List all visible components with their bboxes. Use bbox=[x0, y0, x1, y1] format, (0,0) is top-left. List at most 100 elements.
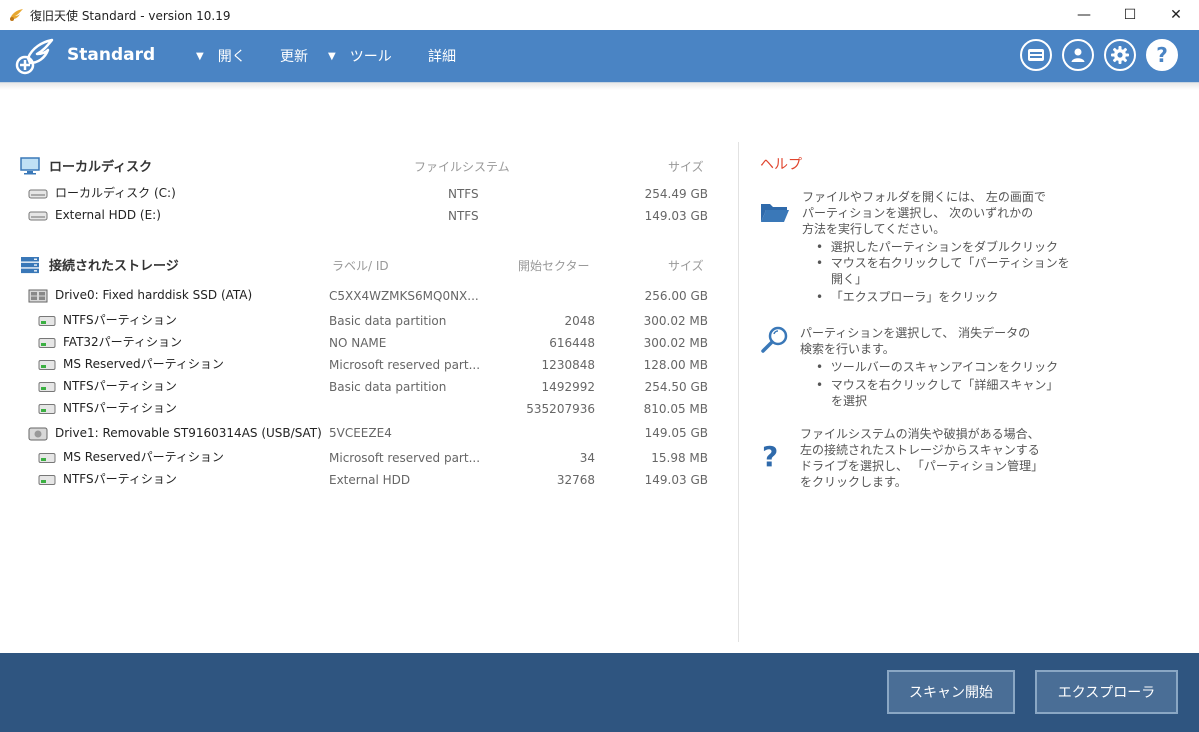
col-size-local: サイズ bbox=[668, 160, 704, 174]
help-block-scan: パーティションを選択して、 消失データの 検索を行います。 bbox=[800, 325, 1030, 357]
dropdown-triangle-icon: ▼ bbox=[196, 50, 204, 62]
help-line: 左の接続されたストレージからスキャンする bbox=[800, 443, 1040, 457]
menu-refresh[interactable]: 更新 bbox=[280, 46, 308, 66]
license-button[interactable] bbox=[1020, 39, 1052, 71]
partition-row[interactable]: MS Reservedパーティション bbox=[38, 354, 224, 374]
partition-start: 1492992 bbox=[541, 380, 595, 394]
col-size-storage: サイズ bbox=[668, 259, 704, 273]
partition-size: 149.03 GB bbox=[644, 473, 708, 487]
settings-button[interactable] bbox=[1104, 39, 1136, 71]
help-line: ドライブを選択し、 「パーティション管理」 bbox=[800, 459, 1044, 473]
drive-size: 256.00 GB bbox=[644, 289, 708, 303]
help-bullet-cont: 開く」 bbox=[831, 272, 868, 286]
partition-label: Basic data partition bbox=[329, 380, 447, 394]
partition-row[interactable]: NTFSパーティション bbox=[38, 376, 177, 396]
server-stack-icon bbox=[21, 256, 39, 273]
help-line: 方法を実行してください。 bbox=[802, 222, 946, 236]
panel-divider bbox=[738, 142, 739, 642]
drive-size: 149.05 GB bbox=[644, 426, 708, 440]
partition-icon bbox=[38, 452, 56, 463]
help-line: パーティションを選択して、 消失データの bbox=[800, 326, 1031, 340]
question-mark-icon: ? bbox=[1156, 43, 1168, 67]
bottom-action-bar: スキャン開始 エクスプローラ bbox=[0, 653, 1199, 732]
explorer-button[interactable]: エクスプローラ bbox=[1035, 670, 1178, 714]
partition-size: 300.02 MB bbox=[643, 314, 708, 328]
menu-tools-label: ツール bbox=[349, 49, 392, 65]
account-button[interactable] bbox=[1062, 39, 1094, 71]
partition-label: Basic data partition bbox=[329, 314, 447, 328]
partition-start: 535207936 bbox=[526, 402, 595, 416]
partition-row[interactable]: NTFSパーティション bbox=[38, 398, 177, 418]
start-scan-button[interactable]: スキャン開始 bbox=[887, 670, 1015, 714]
col-filesystem: ファイルシステム bbox=[414, 160, 510, 174]
partition-size: 15.98 MB bbox=[651, 451, 708, 465]
drive1-row[interactable]: Drive1: Removable ST9160314AS (USB/SAT) bbox=[28, 423, 322, 443]
menu-open-label: 開く bbox=[217, 49, 246, 65]
title-bar: 復旧天使 Standard - version 10.19 — ☐ ✕ bbox=[0, 0, 1199, 30]
partition-row[interactable]: MS Reservedパーティション bbox=[38, 447, 224, 467]
local-disk-fs: NTFS bbox=[448, 187, 479, 201]
partition-size: 254.50 GB bbox=[644, 380, 708, 394]
help-title: ヘルプ bbox=[760, 157, 802, 173]
partition-size: 810.05 MB bbox=[643, 402, 708, 416]
partition-start: 34 bbox=[579, 451, 595, 465]
minimize-icon: — bbox=[1077, 7, 1091, 23]
partition-name: NTFSパーティション bbox=[63, 401, 177, 415]
help-line: パーティションを選択し、 次のいずれかの bbox=[802, 206, 1034, 220]
drive-name: Drive1: Removable ST9160314AS (USB/SAT) bbox=[55, 426, 322, 440]
dropdown-triangle-icon: ▼ bbox=[328, 50, 336, 62]
help-bullet: • マウスを右クリックして「詳細スキャン」 bbox=[816, 378, 1059, 392]
partition-name: MS Reservedパーティション bbox=[63, 357, 224, 371]
help-bullet: • 「エクスプローラ」をクリック bbox=[816, 290, 999, 304]
partition-icon bbox=[38, 381, 56, 392]
user-icon bbox=[1071, 48, 1085, 62]
monitor-icon bbox=[20, 156, 40, 174]
local-disk-fs: NTFS bbox=[448, 209, 479, 223]
local-disk-title: ローカルディスク bbox=[49, 160, 153, 175]
help-line: ファイルやフォルダを開くには、 左の画面で bbox=[802, 190, 1046, 204]
maximize-button[interactable]: ☐ bbox=[1107, 0, 1153, 30]
card-icon bbox=[1028, 49, 1044, 61]
gear-icon bbox=[1111, 46, 1129, 64]
partition-icon bbox=[38, 474, 56, 485]
folder-icon bbox=[761, 204, 789, 222]
close-button[interactable]: ✕ bbox=[1153, 0, 1199, 30]
storage-section-title: 接続されたストレージ bbox=[20, 255, 179, 274]
help-button[interactable]: ? bbox=[1146, 39, 1178, 71]
minimize-button[interactable]: — bbox=[1061, 0, 1107, 30]
partition-label: Microsoft reserved part... bbox=[329, 358, 481, 372]
menu-tools[interactable]: ▼ ツール bbox=[328, 46, 392, 66]
drive-label: C5XX4WZMKS6MQ0NX... bbox=[329, 289, 479, 303]
help-line: ファイルシステムの消失や破損がある場合、 bbox=[800, 427, 1040, 441]
help-bullets-scan: • ツールバーのスキャンアイコンをクリック • マウスを右クリックして「詳細スキ… bbox=[816, 359, 1058, 409]
partition-row[interactable]: NTFSパーティション bbox=[38, 310, 177, 330]
menu-details[interactable]: 詳細 bbox=[428, 46, 456, 66]
ssd-drive-icon bbox=[28, 289, 48, 302]
partition-icon bbox=[38, 315, 56, 326]
partition-name: FAT32パーティション bbox=[63, 335, 182, 349]
app-logo-icon bbox=[10, 9, 23, 21]
partition-size: 128.00 MB bbox=[643, 358, 708, 372]
partition-name: NTFSパーティション bbox=[63, 379, 177, 393]
partition-row[interactable]: FAT32パーティション bbox=[38, 332, 182, 352]
local-disk-size: 254.49 GB bbox=[644, 187, 708, 201]
local-disk-name: External HDD (E:) bbox=[55, 208, 161, 222]
help-block-open: ファイルやフォルダを開くには、 左の画面で パーティションを選択し、 次のいずれ… bbox=[802, 189, 1046, 237]
partition-label: External HDD bbox=[329, 473, 411, 487]
local-disk-row-c[interactable]: ローカルディスク (C:) bbox=[28, 183, 176, 203]
menu-open[interactable]: ▼ 開く bbox=[196, 46, 246, 66]
edition-label: Standard bbox=[67, 45, 156, 65]
menu-refresh-label: 更新 bbox=[280, 49, 308, 65]
maximize-icon: ☐ bbox=[1123, 7, 1137, 23]
local-disk-row-e[interactable]: External HDD (E:) bbox=[28, 205, 161, 225]
partition-row[interactable]: NTFSパーティション bbox=[38, 469, 177, 489]
close-icon: ✕ bbox=[1170, 7, 1182, 23]
help-bullets-open: • 選択したパーティションをダブルクリック • マウスを右クリックして「パーティ… bbox=[816, 239, 1070, 305]
partition-start: 616448 bbox=[549, 336, 595, 350]
main-toolbar: Standard ▼ 開く 更新 ▼ ツール 詳細 ? bbox=[0, 30, 1199, 82]
local-disk-size: 149.03 GB bbox=[644, 209, 708, 223]
help-bullet: • ツールバーのスキャンアイコンをクリック bbox=[816, 360, 1059, 374]
drive0-row[interactable]: Drive0: Fixed harddisk SSD (ATA) bbox=[28, 285, 252, 305]
help-block-partition: ファイルシステムの消失や破損がある場合、 左の接続されたストレージからスキャンす… bbox=[800, 426, 1043, 490]
partition-name: NTFSパーティション bbox=[63, 313, 177, 327]
